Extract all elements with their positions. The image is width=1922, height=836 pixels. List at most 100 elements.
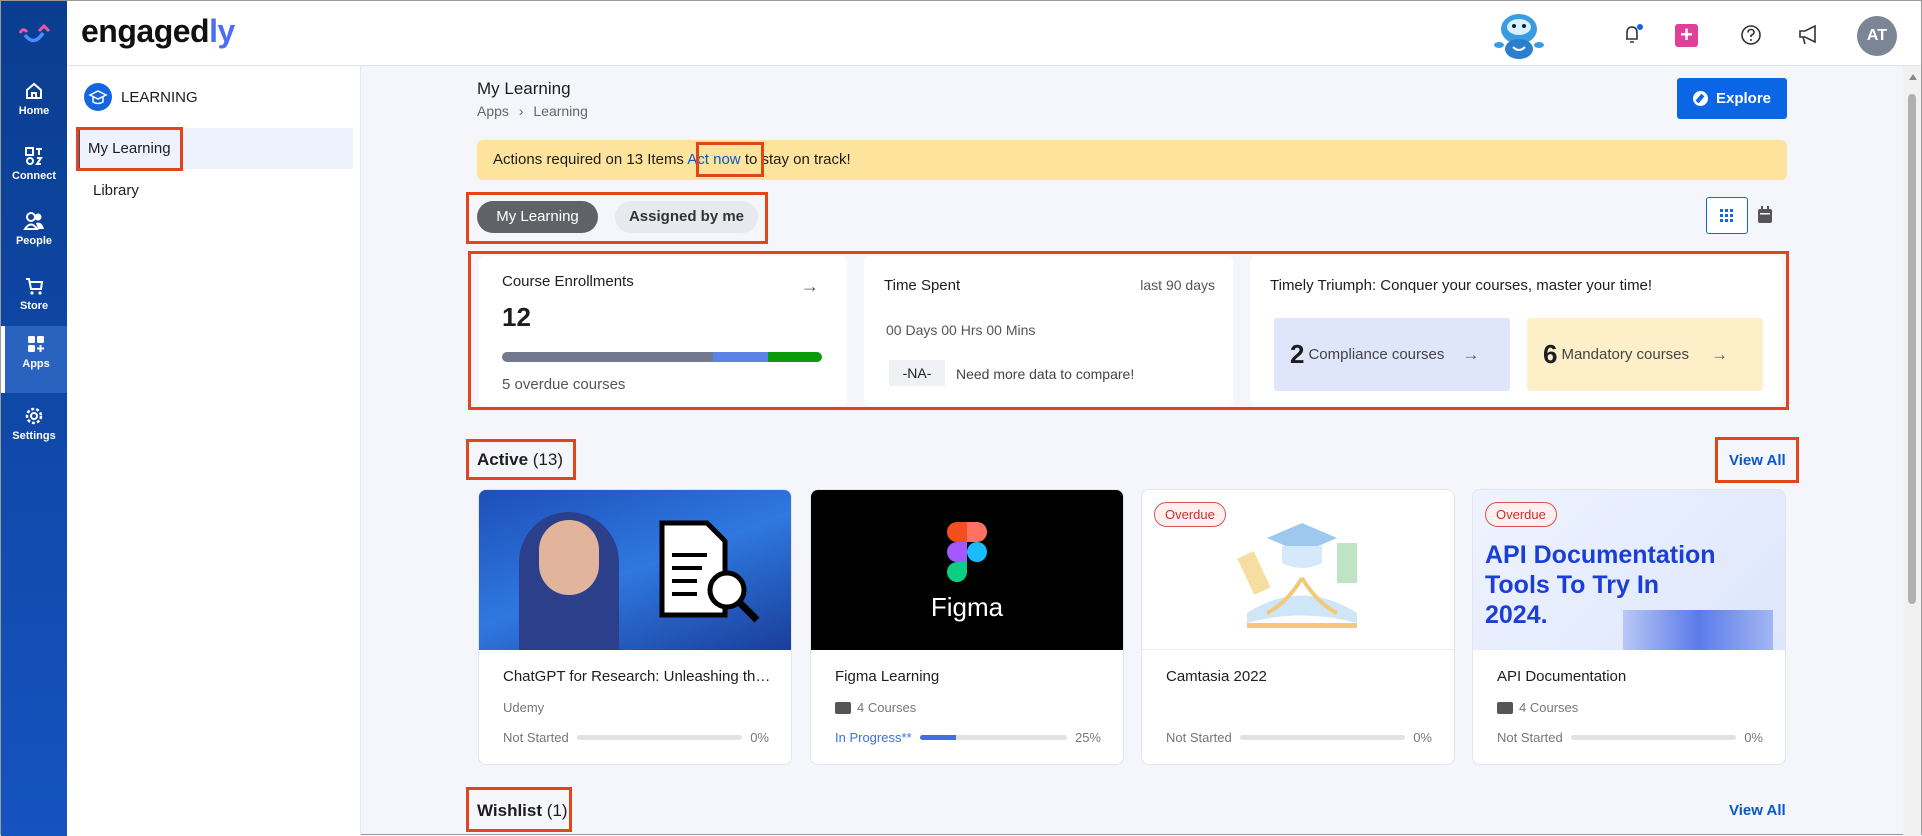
- course-title: Camtasia 2022: [1166, 668, 1267, 685]
- help-icon: [1741, 25, 1761, 45]
- document-search-icon: [659, 520, 760, 623]
- breadcrumb-learning: Learning: [533, 103, 588, 119]
- arrow-right-icon: →: [1711, 344, 1729, 364]
- thumbnail-text: Figma: [930, 592, 1004, 622]
- course-progress: Not Started 0%: [1497, 730, 1763, 745]
- overdue-badge: Overdue: [1485, 502, 1557, 527]
- course-enrollments-card[interactable]: Course Enrollments → 12 5 overdue course…: [479, 256, 847, 406]
- figma-logo-icon: [947, 522, 987, 582]
- compare-badge: -NA-: [889, 360, 945, 386]
- add-button[interactable]: +: [1675, 24, 1698, 47]
- course-card[interactable]: ChatGPT for Research: Unleashing the Pow…: [478, 489, 792, 765]
- nav-apps[interactable]: Apps: [1, 326, 67, 393]
- course-thumbnail: API Documentation Tools To Try In 2024. …: [1473, 490, 1785, 650]
- scrollbar[interactable]: [1903, 66, 1921, 836]
- enrollment-count: 12: [502, 302, 531, 332]
- grid-view-button[interactable]: [1706, 197, 1748, 234]
- cart-icon: [26, 278, 44, 295]
- time-spent-card: Time Spent last 90 days 00 Days 00 Hrs 0…: [864, 256, 1233, 406]
- app-logo-icon: [18, 23, 51, 43]
- compass-icon: [1692, 91, 1708, 106]
- scroll-up-icon[interactable]: [1909, 74, 1917, 80]
- calendar-view-button[interactable]: [1757, 205, 1773, 230]
- brand-logo[interactable]: engagedly: [81, 13, 235, 50]
- nav-settings[interactable]: Settings: [1, 398, 67, 462]
- nav-store[interactable]: Store: [1, 268, 67, 332]
- view-all-wishlist-link[interactable]: View All: [1729, 802, 1786, 819]
- course-progress: In Progress** 25%: [835, 730, 1101, 745]
- nav-people[interactable]: People: [1, 203, 67, 267]
- sidebar-item-my-learning[interactable]: My Learning: [77, 128, 353, 169]
- time-period: last 90 days: [1140, 277, 1215, 293]
- overdue-count: 5 overdue courses: [502, 376, 626, 393]
- folder-icon: [1497, 701, 1513, 714]
- grid-icon: [1720, 208, 1733, 222]
- calendar-icon: [1758, 206, 1772, 223]
- connect-icon: [25, 147, 43, 165]
- compliance-label: Compliance courses: [1308, 346, 1445, 363]
- plus-icon: +: [1680, 22, 1693, 47]
- bar-segment-completed: [767, 352, 822, 362]
- course-count: 4 Courses: [1497, 700, 1578, 715]
- compliance-count: 2: [1290, 339, 1305, 369]
- progress-bar: [1570, 735, 1737, 740]
- timely-triumph-card: Timely Triumph: Conquer your courses, ma…: [1250, 256, 1782, 406]
- announcements-button[interactable]: [1797, 23, 1823, 52]
- time-spent-value: 00 Days 00 Hrs 00 Mins: [886, 322, 1036, 338]
- arrow-right-icon: →: [1462, 344, 1480, 364]
- tab-my-learning[interactable]: My Learning: [477, 201, 598, 233]
- course-count: 4 Courses: [835, 700, 916, 715]
- mandatory-courses-button[interactable]: 6 Mandatory courses →: [1527, 318, 1763, 391]
- explore-button[interactable]: Explore: [1677, 78, 1787, 119]
- tab-assigned-by-me[interactable]: Assigned by me: [615, 201, 758, 233]
- megaphone-icon: [1799, 24, 1816, 45]
- card-title: Course Enrollments: [502, 273, 634, 290]
- scrollbar-thumb[interactable]: [1908, 94, 1916, 604]
- people-icon: [23, 212, 44, 230]
- active-section-title: Active (13): [477, 450, 563, 469]
- enrollment-status-bar: [502, 352, 822, 362]
- assistant-bot-icon[interactable]: [1491, 7, 1547, 61]
- chevron-right-icon: ›: [518, 103, 524, 119]
- user-avatar[interactable]: AT: [1857, 16, 1897, 56]
- isometric-illustration: [1623, 610, 1773, 650]
- section-title: LEARNING: [121, 89, 198, 106]
- learning-sidebar: LEARNING My Learning Library: [67, 66, 361, 836]
- course-progress: Not Started 0%: [1166, 730, 1432, 745]
- course-provider: Udemy: [503, 700, 545, 715]
- left-nav: Home Connect People Store Apps Settings: [1, 1, 67, 836]
- progress-bar: [919, 735, 1067, 740]
- gear-icon: [25, 407, 43, 425]
- course-card[interactable]: Overdue Camtasia 2022 Not Started 0%: [1141, 489, 1455, 765]
- nav-connect[interactable]: Connect: [1, 138, 67, 202]
- book-illustration: [1237, 523, 1357, 628]
- sidebar-item-library[interactable]: Library: [93, 182, 139, 199]
- compliance-courses-button[interactable]: 2 Compliance courses →: [1274, 318, 1510, 391]
- progress-bar: [1239, 735, 1406, 740]
- apps-icon: [28, 336, 44, 352]
- mandatory-label: Mandatory courses: [1561, 346, 1690, 363]
- course-thumbnail: [479, 490, 791, 650]
- act-now-link[interactable]: Act now: [687, 151, 740, 168]
- instructor-photo: [519, 512, 619, 650]
- view-all-active-link[interactable]: View All: [1729, 452, 1786, 469]
- course-card[interactable]: Figma Figma Learning 4 Courses In Progre…: [810, 489, 1124, 765]
- mandatory-count: 6: [1543, 339, 1558, 369]
- wishlist-section-title: Wishlist (1): [477, 801, 568, 820]
- course-title: ChatGPT for Research: Unleashing the Pow…: [503, 668, 773, 685]
- top-bar: engagedly + AT: [67, 1, 1921, 66]
- compare-text: Need more data to compare!: [956, 366, 1135, 382]
- course-card[interactable]: API Documentation Tools To Try In 2024. …: [1472, 489, 1786, 765]
- course-thumbnail: Overdue: [1142, 490, 1454, 650]
- arrow-right-icon[interactable]: →: [801, 276, 819, 297]
- overdue-badge: Overdue: [1154, 502, 1226, 527]
- nav-home[interactable]: Home: [1, 73, 67, 137]
- help-button[interactable]: [1739, 23, 1763, 52]
- card-title: Timely Triumph: Conquer your courses, ma…: [1270, 277, 1653, 294]
- graduation-cap-icon: [84, 83, 112, 111]
- progress-bar: [576, 735, 743, 740]
- action-banner: Actions required on 13 Items Act now to …: [477, 140, 1787, 180]
- notifications-button[interactable]: [1621, 22, 1645, 51]
- bar-segment-not-started: [502, 352, 714, 362]
- breadcrumb-apps[interactable]: Apps: [477, 103, 509, 119]
